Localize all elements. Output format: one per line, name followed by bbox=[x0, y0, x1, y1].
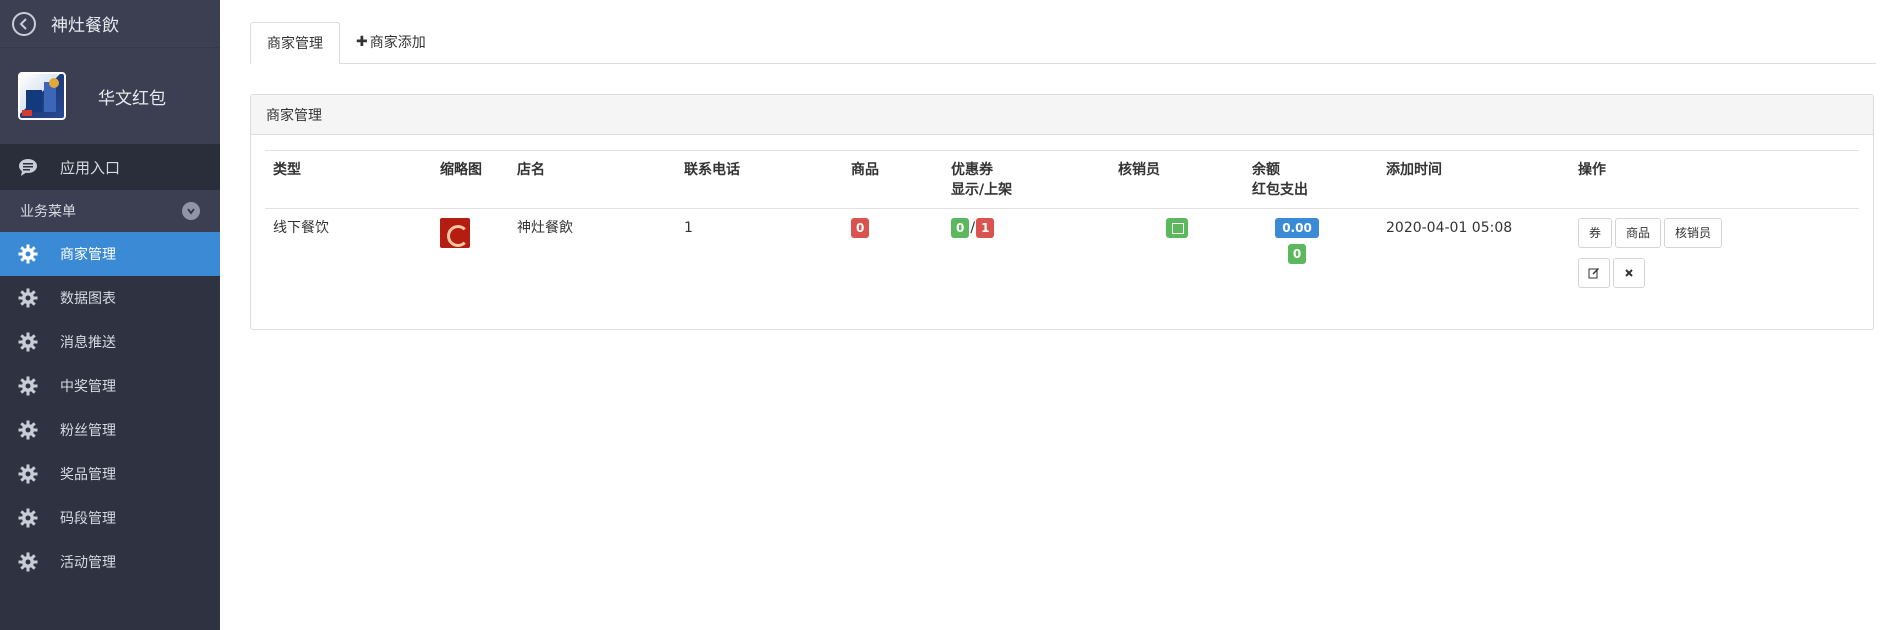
col-coupon-line2: 显示/上架 bbox=[951, 182, 1013, 198]
sidebar-item-label: 粉丝管理 bbox=[60, 423, 116, 439]
coupon-button[interactable]: 券 bbox=[1578, 218, 1613, 248]
gear-icon bbox=[18, 288, 38, 308]
merchant-table: 类型 缩略图 店名 联系电话 商品 优惠券 显示/上架 核销员 余额 红包支出 bbox=[265, 150, 1859, 297]
coupon-listed-badge[interactable]: 1 bbox=[976, 218, 995, 238]
table-row: 线下餐饮 神灶餐飲 1 0 0/1 0.00 0 2020-04-01 05:0… bbox=[265, 209, 1859, 298]
sidebar-item-fans[interactable]: 粉丝管理 bbox=[0, 408, 220, 452]
cell-phone: 1 bbox=[684, 220, 693, 236]
cell-type: 线下餐饮 bbox=[273, 220, 329, 236]
tab-merchant-add[interactable]: ✚ 商家添加 bbox=[340, 21, 442, 63]
gear-icon bbox=[18, 376, 38, 396]
gear-icon bbox=[18, 244, 38, 264]
coupon-separator: / bbox=[970, 220, 976, 236]
cell-added: 2020-04-01 05:08 bbox=[1386, 220, 1513, 236]
sidebar-item-label: 消息推送 bbox=[60, 335, 116, 351]
edit-button[interactable] bbox=[1578, 258, 1610, 288]
col-balance: 余额 红包支出 bbox=[1244, 150, 1378, 209]
gear-icon bbox=[18, 420, 38, 440]
goods-count-badge[interactable]: 0 bbox=[851, 218, 870, 238]
chevron-down-icon bbox=[182, 202, 200, 220]
chat-icon bbox=[19, 159, 37, 176]
avatar bbox=[18, 72, 66, 120]
tab-label: 商家管理 bbox=[267, 36, 323, 52]
cell-coupon: 0/1 bbox=[943, 209, 1110, 298]
col-balance-line1: 余额 bbox=[1252, 162, 1280, 178]
tab-label: 商家添加 bbox=[369, 35, 426, 51]
back-icon[interactable] bbox=[12, 11, 36, 36]
gear-icon bbox=[18, 332, 38, 352]
sidebar-item-merchant[interactable]: 商家管理 bbox=[0, 232, 220, 276]
col-goods: 商品 bbox=[843, 150, 943, 209]
col-verifier: 核销员 bbox=[1110, 150, 1244, 209]
col-balance-line2: 红包支出 bbox=[1252, 182, 1308, 198]
app-title: 神灶餐飲 bbox=[51, 16, 119, 36]
cell-balance: 0.00 0 bbox=[1244, 209, 1378, 298]
plus-icon: ✚ bbox=[356, 34, 368, 50]
panel-title: 商家管理 bbox=[251, 95, 1873, 135]
main-content: 商家管理 ✚ 商家添加 商家管理 类型 缩略图 店名 联系电话 商品 优惠券 显… bbox=[250, 22, 1876, 330]
sidebar-item-activities[interactable]: 活动管理 bbox=[0, 540, 220, 584]
sidebar-item-charts[interactable]: 数据图表 bbox=[0, 276, 220, 320]
col-coupon-line1: 优惠券 bbox=[951, 162, 993, 178]
delete-button[interactable] bbox=[1613, 258, 1645, 288]
coupon-shown-badge[interactable]: 0 bbox=[951, 218, 970, 238]
edit-icon bbox=[1588, 268, 1599, 279]
verifier-button[interactable]: 核销员 bbox=[1664, 218, 1723, 248]
gear-icon bbox=[18, 552, 38, 572]
tab-bar: 商家管理 ✚ 商家添加 bbox=[250, 22, 1876, 64]
sidebar-header: 神灶餐飲 bbox=[0, 0, 220, 48]
col-type: 类型 bbox=[265, 150, 432, 209]
profile: 华文红包 bbox=[0, 48, 220, 144]
sidebar-item-label: 活动管理 bbox=[60, 555, 116, 571]
profile-name: 华文红包 bbox=[98, 88, 166, 109]
sidebar-item-codes[interactable]: 码段管理 bbox=[0, 496, 220, 540]
cell-ops: 券 商品 核销员 bbox=[1570, 209, 1859, 298]
sidebar-section-label: 业务菜单 bbox=[20, 204, 76, 220]
merchant-panel: 商家管理 类型 缩略图 店名 联系电话 商品 优惠券 显示/上架 核销员 余额 … bbox=[250, 94, 1874, 330]
sidebar-section-business[interactable]: 业务菜单 bbox=[0, 190, 220, 232]
verifier-icon[interactable] bbox=[1166, 218, 1188, 238]
goods-button[interactable]: 商品 bbox=[1615, 218, 1662, 248]
sidebar-item-label: 应用入口 bbox=[60, 158, 121, 177]
cell-verifier bbox=[1110, 209, 1244, 298]
sidebar-item-prizes[interactable]: 奖品管理 bbox=[0, 452, 220, 496]
col-thumb: 缩略图 bbox=[432, 150, 509, 209]
sidebar: 神灶餐飲 华文红包 应用入口 业务菜单 商家管理 数据图表 消息推送 中奖管理 … bbox=[0, 0, 220, 630]
col-ops: 操作 bbox=[1570, 150, 1859, 209]
sidebar-item-app-entry[interactable]: 应用入口 bbox=[0, 144, 220, 190]
sidebar-item-label: 奖品管理 bbox=[60, 467, 116, 483]
col-name: 店名 bbox=[509, 150, 676, 209]
sidebar-item-label: 商家管理 bbox=[60, 247, 116, 263]
sidebar-item-label: 中奖管理 bbox=[60, 379, 116, 395]
table-header-row: 类型 缩略图 店名 联系电话 商品 优惠券 显示/上架 核销员 余额 红包支出 bbox=[265, 150, 1859, 209]
sidebar-item-label: 码段管理 bbox=[60, 511, 116, 527]
cell-goods: 0 bbox=[843, 209, 943, 298]
sidebar-item-push[interactable]: 消息推送 bbox=[0, 320, 220, 364]
cell-name: 神灶餐飲 bbox=[517, 220, 573, 236]
balance-badge: 0.00 bbox=[1275, 218, 1319, 238]
tab-merchant-manage[interactable]: 商家管理 bbox=[250, 22, 340, 64]
sidebar-item-winners[interactable]: 中奖管理 bbox=[0, 364, 220, 408]
col-phone: 联系电话 bbox=[676, 150, 843, 209]
gear-icon bbox=[18, 508, 38, 528]
gear-icon bbox=[18, 464, 38, 484]
cell-thumb bbox=[432, 209, 509, 298]
sidebar-item-label: 数据图表 bbox=[60, 291, 116, 307]
col-coupon: 优惠券 显示/上架 bbox=[943, 150, 1110, 209]
sidebar-menu: 商家管理 数据图表 消息推送 中奖管理 粉丝管理 奖品管理 码段管理 活动管理 bbox=[0, 232, 220, 584]
col-added: 添加时间 bbox=[1378, 150, 1570, 209]
close-icon bbox=[1625, 269, 1633, 277]
redpacket-badge: 0 bbox=[1287, 244, 1307, 264]
thumbnail-image bbox=[440, 218, 470, 248]
